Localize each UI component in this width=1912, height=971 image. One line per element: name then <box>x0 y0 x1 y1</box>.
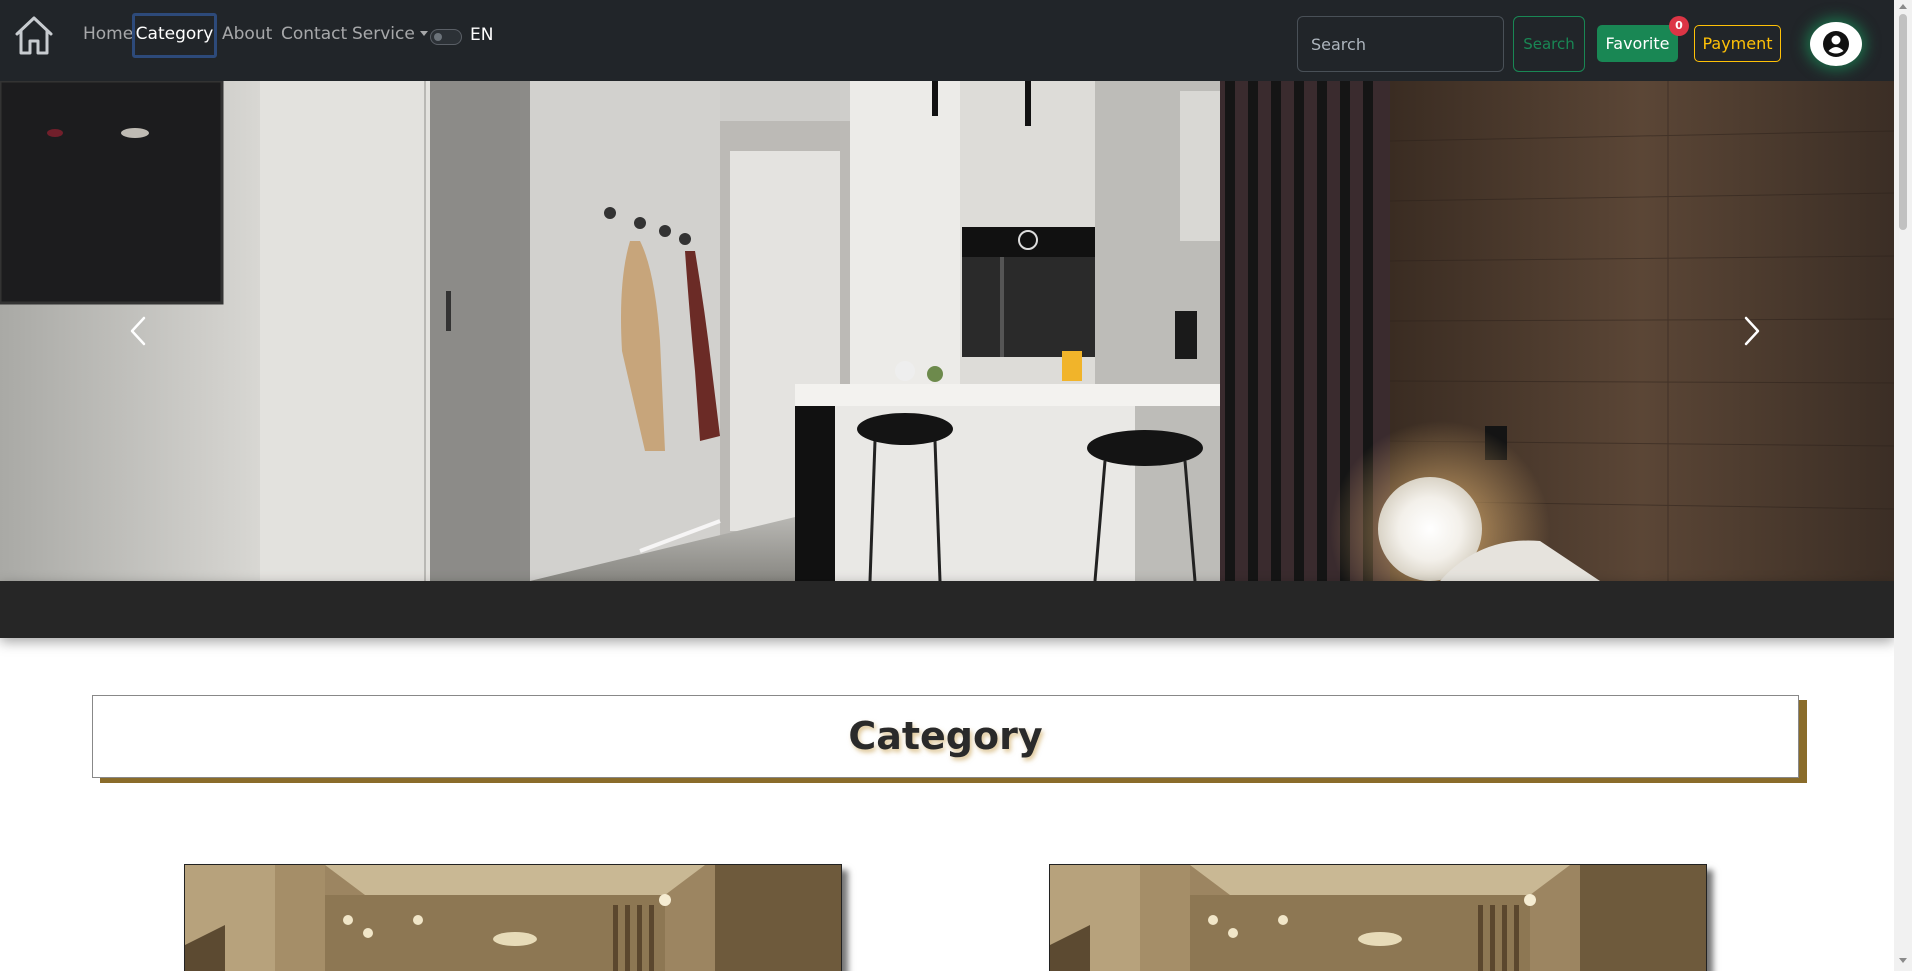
category-card[interactable] <box>1049 864 1707 971</box>
search-button[interactable]: Search <box>1513 16 1585 72</box>
hero-caption-bar <box>0 581 1894 638</box>
scrollbar-thumb[interactable] <box>1899 14 1907 230</box>
nav-home-link[interactable]: Home <box>83 24 133 44</box>
chevron-right-icon[interactable] <box>1736 314 1766 348</box>
favorite-button[interactable]: Favorite <box>1597 25 1678 62</box>
user-circle-icon <box>1823 31 1849 57</box>
category-card-image <box>185 865 841 971</box>
hero-image-kitchen-interior <box>0 81 1894 581</box>
toggle-knob <box>434 33 442 41</box>
language-label: EN <box>470 25 494 45</box>
caret-down-icon <box>419 31 428 36</box>
category-card[interactable] <box>184 864 842 971</box>
home-icon[interactable] <box>14 14 54 56</box>
nav-service-dropdown[interactable]: Service <box>352 24 428 44</box>
top-navbar: Home Category About Contact Service EN S… <box>0 0 1894 81</box>
category-card-image <box>1050 865 1706 971</box>
nav-about-link[interactable]: About <box>222 24 272 44</box>
hero-carousel <box>0 81 1894 581</box>
chevron-left-icon[interactable] <box>124 314 154 348</box>
scroll-down-arrow-icon[interactable] <box>1899 958 1907 963</box>
scroll-up-arrow-icon[interactable] <box>1899 4 1907 9</box>
nav-contact-link[interactable]: Contact <box>281 24 347 44</box>
nav-category-link[interactable]: Category <box>132 13 217 58</box>
nav-service-label: Service <box>352 24 415 44</box>
favorite-count-badge: 0 <box>1669 16 1689 36</box>
category-heading-box: Category <box>92 695 1799 778</box>
page-scrollbar[interactable] <box>1894 0 1912 971</box>
language-toggle-switch[interactable] <box>430 29 462 45</box>
payment-button[interactable]: Payment <box>1694 25 1781 62</box>
section-title: Category <box>848 714 1043 758</box>
user-profile-button[interactable] <box>1810 22 1862 66</box>
search-input[interactable] <box>1297 16 1504 72</box>
